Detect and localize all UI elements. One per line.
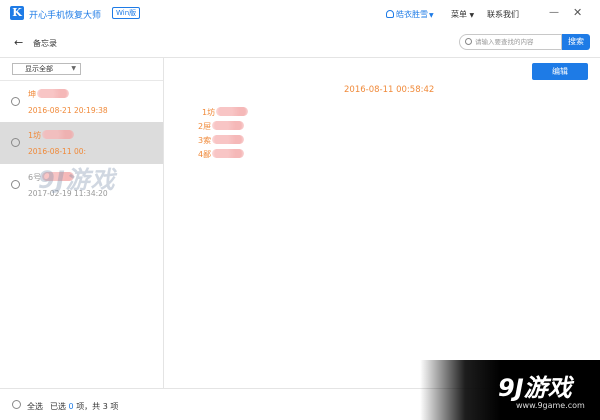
edition-badge: Win版 bbox=[112, 7, 141, 19]
note-line: 2屉 bbox=[198, 120, 248, 134]
redaction-blur bbox=[216, 107, 249, 116]
note-radio[interactable] bbox=[11, 138, 20, 147]
breadcrumb: 备忘录 bbox=[33, 39, 57, 48]
watermark-url: www.9game.com bbox=[516, 401, 585, 410]
note-date: 2016-08-11 00: bbox=[28, 147, 87, 156]
filter-value: 显示全部 bbox=[25, 65, 53, 73]
redaction-blur bbox=[212, 135, 245, 144]
redaction-blur bbox=[37, 89, 69, 98]
selected-count: 0 bbox=[68, 402, 74, 411]
note-title: 坤 bbox=[28, 89, 69, 100]
search-box bbox=[459, 34, 562, 50]
note-line: 4鄙 bbox=[198, 148, 248, 162]
app-title: 开心手机恢复大师 bbox=[29, 11, 102, 21]
filter-dropdown[interactable]: 显示全部 ▼ bbox=[12, 63, 81, 75]
note-radio[interactable] bbox=[11, 97, 20, 106]
toolbar: ← 备忘录 搜索 bbox=[0, 28, 600, 58]
search-input[interactable] bbox=[475, 36, 559, 48]
user-icon bbox=[386, 10, 394, 18]
note-title: 1坊 bbox=[28, 130, 75, 141]
note-content: 1坊 2屉 3索 4鄙 bbox=[198, 106, 249, 162]
search-icon bbox=[465, 38, 472, 45]
chevron-down-icon: ▼ bbox=[429, 12, 434, 19]
note-list-sidebar: 显示全部 ▼ 坤 2016-08-21 20:19:38 1坊 2016-08-… bbox=[0, 58, 164, 388]
redaction-blur bbox=[42, 130, 75, 139]
watermark-logo: 9J游戏 bbox=[498, 374, 572, 402]
note-list-item[interactable]: 坤 2016-08-21 20:19:38 bbox=[0, 81, 163, 123]
menu-label: 菜单 bbox=[451, 10, 467, 19]
watermark-logo: 9J游戏 bbox=[38, 166, 116, 194]
corner-watermark: 9J游戏 www.9game.com bbox=[420, 360, 600, 420]
close-icon[interactable]: ✕ bbox=[573, 7, 582, 19]
back-arrow-icon[interactable]: ← bbox=[14, 37, 23, 48]
title-bar: K 开心手机恢复大师 Win版 皓衣胜雪▼ 菜单 ▼ 联系我们 — ✕ bbox=[0, 0, 600, 28]
user-menu[interactable]: 皓衣胜雪▼ bbox=[386, 9, 434, 20]
contact-us-link[interactable]: 联系我们 bbox=[487, 9, 519, 20]
note-radio[interactable] bbox=[11, 180, 20, 189]
note-line: 1坊 bbox=[198, 106, 249, 120]
select-all-label[interactable]: 全选 bbox=[27, 401, 43, 412]
note-line: 3索 bbox=[198, 134, 248, 148]
chevron-down-icon: ▼ bbox=[469, 12, 475, 19]
note-timestamp: 2016-08-11 00:58:42 bbox=[344, 85, 435, 95]
note-date: 2016-08-21 20:19:38 bbox=[28, 106, 108, 115]
redaction-blur bbox=[212, 149, 245, 158]
user-name: 皓衣胜雪 bbox=[396, 10, 428, 19]
search-button[interactable]: 搜索 bbox=[562, 34, 590, 50]
app-logo-icon: K bbox=[10, 6, 24, 20]
edit-button[interactable]: 编辑 bbox=[532, 63, 588, 80]
note-list-item-selected[interactable]: 1坊 2016-08-11 00: bbox=[0, 122, 163, 164]
chevron-down-icon: ▼ bbox=[71, 65, 76, 72]
selection-summary: 已选 0 项，共 3 项 bbox=[50, 402, 119, 411]
redaction-blur bbox=[212, 121, 245, 130]
menu-button[interactable]: 菜单 ▼ bbox=[451, 9, 474, 20]
select-all-radio[interactable] bbox=[12, 400, 21, 409]
note-detail-panel: 编辑 2016-08-11 00:58:42 1坊 2屉 3索 4鄙 bbox=[165, 58, 600, 388]
minimize-icon[interactable]: — bbox=[549, 7, 559, 19]
